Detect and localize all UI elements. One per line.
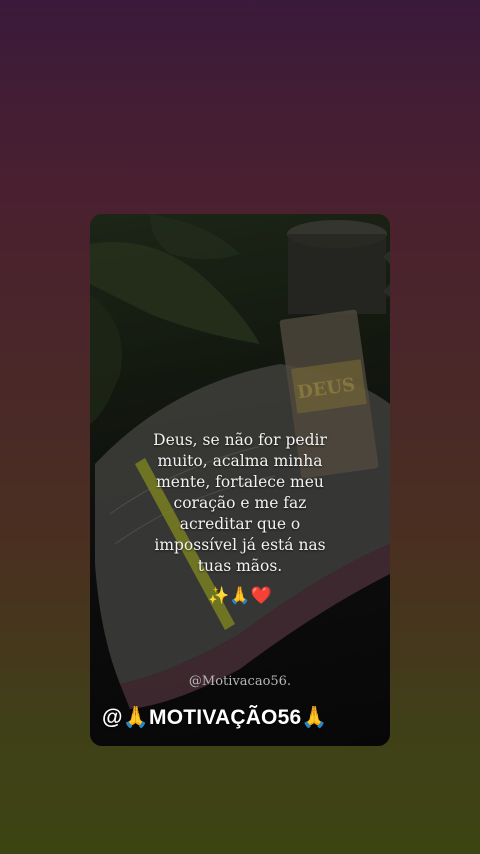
story-card: DEUS Deus, se não for pedir muito, acalm… <box>90 214 390 746</box>
quote-text: Deus, se não for pedir muito, acalma min… <box>153 431 327 575</box>
account-handle[interactable]: @🙏MOTIVAÇÃO56🙏 <box>102 706 328 730</box>
watermark-text: @Motivacao56. <box>188 674 292 689</box>
emoji-row: ✨🙏❤️ <box>208 586 272 606</box>
